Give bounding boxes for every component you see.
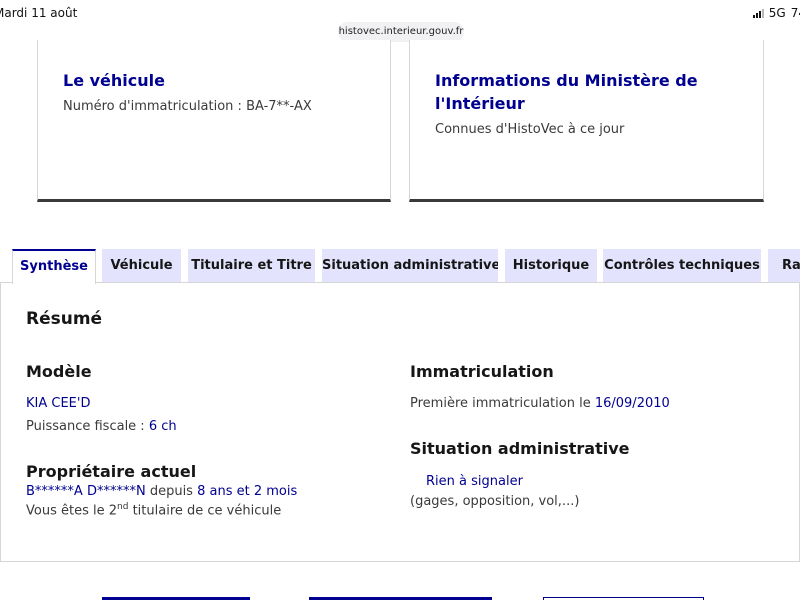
vehicle-card-title: Le véhicule <box>63 71 165 90</box>
ministere-card: Informations du Ministère de l'Intérieur… <box>409 40 764 202</box>
immatriculation-heading: Immatriculation <box>410 362 554 381</box>
tab-situation-administrative[interactable]: Situation administrative <box>322 249 498 282</box>
depuis-value: 8 ans et 2 mois <box>197 484 298 499</box>
modele-heading: Modèle <box>26 362 92 381</box>
titulaire-rank: Vous êtes le 2nd titulaire de ce véhicul… <box>26 502 281 518</box>
tab-rapport[interactable]: Rap <box>768 249 800 282</box>
tab-controles-techniques[interactable]: Contrôles techniques <box>603 249 761 282</box>
titulaire-suffix: titulaire de ce véhicule <box>132 503 282 519</box>
puissance-fiscale: Puissance fiscale : 6 ch <box>26 419 177 434</box>
signal-icon <box>752 8 764 18</box>
modele-name: KIA CEE'D <box>26 396 91 411</box>
ministere-card-title: Informations du Ministère de l'Intérieur <box>435 71 698 113</box>
vehicle-card: Le véhicule Numéro d'immatriculation : B… <box>37 40 391 202</box>
situation-detail: (gages, opposition, vol,...) <box>410 494 580 509</box>
battery-level: 74 <box>790 6 800 20</box>
status-indicators: 5G 74 <box>752 6 800 20</box>
premiere-immatriculation: Première immatriculation le 16/09/2010 <box>410 396 670 411</box>
synthese-panel: Résumé Modèle KIA CEE'D Puissance fiscal… <box>0 282 800 562</box>
tab-bar: Synthèse Véhicule Titulaire et Titre Sit… <box>0 249 800 284</box>
situation-heading: Situation administrative <box>410 439 630 458</box>
puissance-value: 6 ch <box>148 419 177 434</box>
depuis-label: depuis <box>149 484 193 499</box>
network-type: 5G <box>768 6 786 20</box>
titulaire-prefix: Vous êtes le <box>26 503 105 519</box>
premiere-immatriculation-date: 16/09/2010 <box>594 396 670 411</box>
tab-vehicule[interactable]: Véhicule <box>102 249 181 282</box>
situation-status: Rien à signaler <box>426 474 523 489</box>
vehicle-plate-number: Numéro d'immatriculation : BA-7**-AX <box>63 99 312 114</box>
status-time: Mardi 11 août <box>0 6 78 20</box>
titulaire-sup: nd <box>117 502 129 512</box>
proprietaire-heading: Propriétaire actuel <box>26 462 197 481</box>
tab-historique[interactable]: Historique <box>505 249 597 282</box>
resume-heading: Résumé <box>26 309 103 329</box>
tab-titulaire-titre[interactable]: Titulaire et Titre <box>188 249 315 282</box>
puissance-label: Puissance fiscale : <box>26 419 145 434</box>
url-bar[interactable]: histovec.interieur.gouv.fr <box>338 22 464 42</box>
ministere-card-subtitle: Connues d'HistoVec à ce jour <box>435 122 625 137</box>
proprietaire-name: B******A D******N <box>26 484 146 499</box>
tab-synthese[interactable]: Synthèse <box>12 249 96 284</box>
titulaire-num: 2 <box>108 503 118 519</box>
url-text: histovec.interieur.gouv.fr <box>338 26 464 37</box>
proprietaire-line: B******A D******N depuis 8 ans et 2 mois <box>26 484 297 499</box>
premiere-immatriculation-label: Première immatriculation le <box>410 396 591 411</box>
